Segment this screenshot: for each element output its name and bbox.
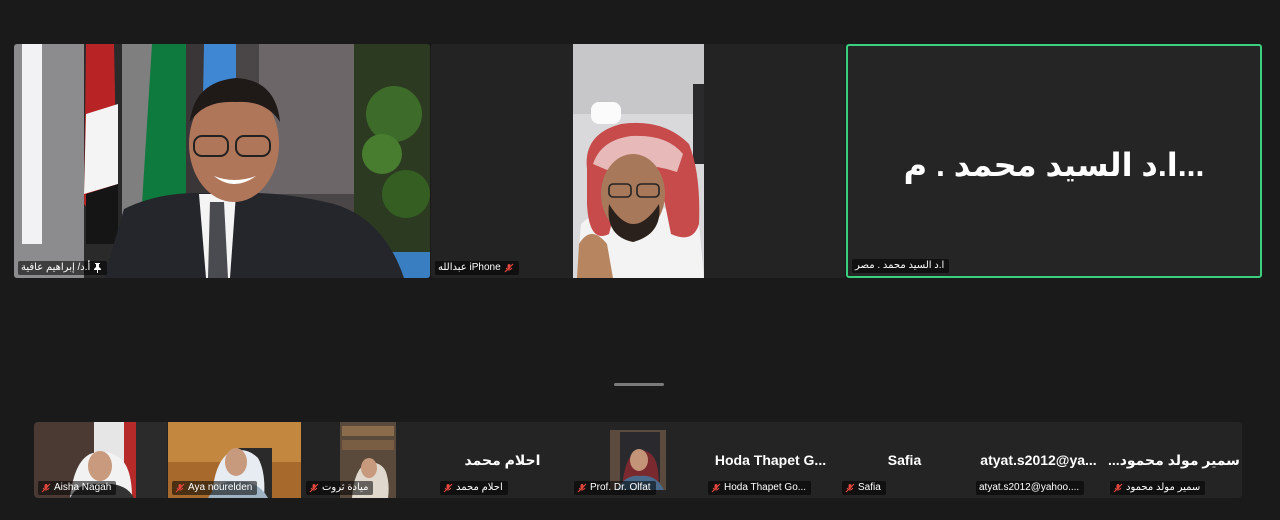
participant-name: Prof. Dr. Olfat bbox=[590, 482, 651, 493]
participant-name: Aya nourelden bbox=[188, 482, 253, 493]
strip-tile-aya[interactable]: Aya nourelden bbox=[168, 422, 301, 498]
participant-video bbox=[431, 44, 845, 278]
strip-tile-atyat[interactable]: atyat.s2012@ya... atyat.s2012@yahoo.... bbox=[972, 422, 1105, 498]
participant-display-name: ...ا.د السيد محمد . م bbox=[903, 147, 1205, 183]
strip-tile-ahlam[interactable]: احلام محمد احلام محمد bbox=[436, 422, 569, 498]
participant-name-tag: Aya nourelden bbox=[172, 481, 258, 495]
mic-muted-icon bbox=[443, 483, 453, 493]
mic-muted-icon bbox=[41, 483, 51, 493]
participant-strip: Aisha Nagah Aya nourelden ميادة ثروت احل… bbox=[34, 422, 1242, 498]
participant-name: احلام محمد bbox=[456, 482, 503, 493]
strip-tile-aisha[interactable]: Aisha Nagah bbox=[34, 422, 167, 498]
participant-name-tag: Prof. Dr. Olfat bbox=[574, 481, 656, 495]
participant-name: ا.د السيد محمد . مصر bbox=[855, 260, 945, 271]
participant-name-tag: iPhone عبدالله bbox=[435, 261, 519, 275]
participant-name: Aisha Nagah bbox=[54, 482, 112, 493]
mic-muted-icon bbox=[309, 483, 319, 493]
participant-name-tag: ميادة ثروت bbox=[306, 481, 374, 495]
mic-muted-icon bbox=[175, 483, 185, 493]
participant-name-tag: Hoda Thapet Go... bbox=[708, 481, 812, 495]
participant-name-tag: Safia bbox=[842, 481, 886, 495]
participant-name-tag: أ.د/ إبراهيم عافية bbox=[18, 261, 108, 275]
participant-name: Hoda Thapet Go... bbox=[724, 482, 807, 493]
participant-name: atyat.s2012@yahoo.... bbox=[979, 482, 1080, 493]
video-tile-abdullah[interactable]: iPhone عبدالله bbox=[431, 44, 845, 278]
mic-muted-icon bbox=[577, 483, 587, 493]
gallery-resize-handle[interactable] bbox=[614, 383, 664, 386]
participant-name-tag: ا.د السيد محمد . مصر bbox=[852, 259, 950, 273]
participant-name-tag: Aisha Nagah bbox=[38, 481, 117, 495]
participant-display-name: Safia bbox=[887, 452, 922, 468]
mic-muted-icon bbox=[845, 483, 855, 493]
video-tile-elsayed[interactable]: ...ا.د السيد محمد . م ا.د السيد محمد . م… bbox=[846, 44, 1262, 278]
pin-icon bbox=[93, 263, 102, 273]
participant-display-name: atyat.s2012@ya... bbox=[980, 452, 1097, 468]
strip-tile-olfat[interactable]: Prof. Dr. Olfat bbox=[570, 422, 703, 498]
participant-name-tag: سمير مولد محمود bbox=[1110, 481, 1206, 495]
participant-name: سمير مولد محمود bbox=[1126, 482, 1201, 493]
participant-display-name: سمير مولد محمود... bbox=[1108, 452, 1240, 468]
strip-tile-safia[interactable]: Safia Safia bbox=[838, 422, 971, 498]
video-tile-ibrahim[interactable]: أ.د/ إبراهيم عافية bbox=[14, 44, 430, 278]
participant-name-tag: احلام محمد bbox=[440, 481, 508, 495]
participant-name: iPhone عبدالله bbox=[438, 262, 501, 273]
mic-muted-icon bbox=[711, 483, 721, 493]
participant-video bbox=[14, 44, 430, 278]
participant-display-name: احلام محمد bbox=[464, 452, 541, 468]
participant-name-tag: atyat.s2012@yahoo.... bbox=[976, 481, 1085, 495]
participant-name: ميادة ثروت bbox=[322, 482, 369, 493]
participant-name: Safia bbox=[858, 482, 881, 493]
strip-tile-mayada[interactable]: ميادة ثروت bbox=[302, 422, 435, 498]
strip-tile-hoda[interactable]: Hoda Thapet G... Hoda Thapet Go... bbox=[704, 422, 837, 498]
participant-name: أ.د/ إبراهيم عافية bbox=[21, 262, 91, 273]
strip-tile-samir[interactable]: سمير مولد محمود... سمير مولد محمود bbox=[1106, 422, 1242, 498]
mic-muted-icon bbox=[504, 263, 514, 273]
participant-display-name: Hoda Thapet G... bbox=[714, 452, 827, 468]
mic-muted-icon bbox=[1113, 483, 1123, 493]
